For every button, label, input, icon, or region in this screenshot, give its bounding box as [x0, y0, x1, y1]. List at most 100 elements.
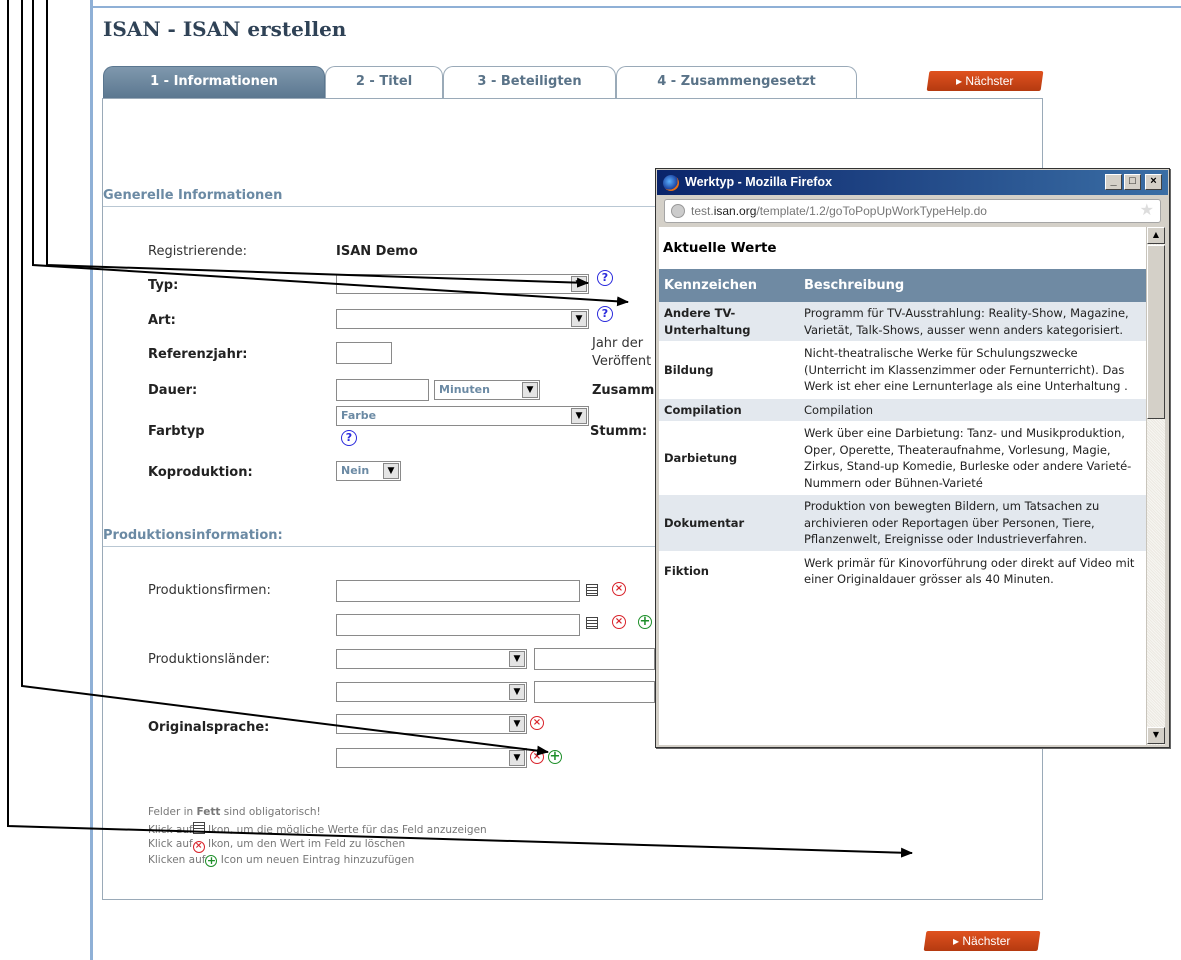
production-countries-label: Produktionsländer:: [148, 652, 270, 667]
scroll-down-icon[interactable]: ▼: [1147, 727, 1165, 744]
duration-label: Dauer:: [148, 383, 198, 398]
kind-label: Art:: [148, 313, 176, 328]
column-header-key: Kennzeichen: [659, 269, 799, 302]
ref-year-note-2: Veröffent: [592, 354, 652, 369]
table-row: Fiktion Werk primär für Kinovorführung od…: [659, 551, 1146, 592]
delete-icon[interactable]: ×: [612, 615, 626, 629]
tab-beteiligten[interactable]: 3 - Beteiligten: [443, 66, 616, 99]
close-button[interactable]: ×: [1145, 174, 1162, 190]
coproduction-label: Koproduktion:: [148, 465, 253, 480]
tab-informationen[interactable]: 1 - Informationen: [103, 66, 325, 99]
type-select[interactable]: ▼: [336, 274, 589, 294]
type-label: Typ:: [148, 278, 179, 293]
table-row: Dokumentar Produktion von bewegten Bilder…: [659, 494, 1146, 552]
globe-icon: [671, 204, 685, 218]
tab-zusammengesetzt[interactable]: 4 - Zusammengesetzt: [616, 66, 857, 99]
add-icon: +: [205, 854, 218, 867]
delete-icon: ×: [192, 841, 205, 853]
production-companies-label: Produktionsfirmen:: [148, 583, 271, 598]
row-desc: Programm für TV-Ausstrahlung: Reality-Sh…: [799, 302, 1146, 342]
delete-icon[interactable]: ×: [530, 716, 544, 730]
table-row: Andere TV-Unterhaltung Programm für TV-Au…: [659, 302, 1146, 342]
table-row: Darbietung Werk über eine Darbietung: Tan…: [659, 421, 1146, 495]
row-desc: Nicht-theatralische Werke für Schulungsz…: [799, 341, 1146, 399]
list-icon[interactable]: [586, 584, 598, 596]
worktype-help-window: Werktyp - Mozilla Firefox _ □ × test.isa…: [655, 168, 1170, 748]
page-frame-top: [90, 6, 1181, 8]
page-title: ISAN - ISAN erstellen: [103, 17, 347, 41]
section-title-general: Generelle Informationen: [103, 188, 283, 203]
duration-unit-select[interactable]: Minuten ▼: [434, 380, 540, 400]
delete-icon[interactable]: ×: [530, 750, 544, 764]
help-icon-type[interactable]: ?: [597, 270, 613, 286]
production-country-field-1[interactable]: [534, 648, 655, 670]
registrant-value: ISAN Demo: [336, 244, 418, 259]
row-key: Darbietung: [659, 421, 799, 495]
popup-scrollbar[interactable]: ▲ ▼: [1146, 227, 1165, 745]
maximize-button[interactable]: □: [1124, 174, 1141, 190]
next-button-bottom[interactable]: ▸ Nächster: [923, 931, 1041, 951]
firefox-icon: [663, 175, 679, 191]
worktype-table: Kennzeichen Beschreibung Andere TV-Unter…: [659, 269, 1146, 592]
production-company-input-1[interactable]: [336, 580, 580, 602]
row-key: Bildung: [659, 341, 799, 399]
row-desc: Compilation: [799, 398, 1146, 422]
chevron-down-icon: ▼: [509, 651, 525, 667]
chevron-down-icon: ▼: [509, 684, 525, 700]
original-language-label: Originalsprache:: [148, 720, 270, 735]
legend-required: Felder in Fett sind obligatorisch!: [148, 806, 321, 818]
help-icon-color[interactable]: ?: [341, 430, 357, 446]
row-desc: Werk primär für Kinovorführung oder dire…: [799, 551, 1146, 592]
original-language-select-1[interactable]: ▼: [336, 714, 527, 734]
ref-year-note-1: Jahr der: [592, 336, 644, 351]
tab-titel[interactable]: 2 - Titel: [325, 66, 443, 99]
row-desc: Werk über eine Darbietung: Tanz- und Mus…: [799, 421, 1146, 495]
production-company-input-2[interactable]: [336, 614, 580, 636]
legend-delete: Klick auf × Ikon, um den Wert im Feld zu …: [148, 838, 406, 853]
coproduction-select[interactable]: Nein ▼: [336, 461, 401, 481]
chevron-down-icon: ▼: [383, 463, 399, 479]
list-icon[interactable]: [586, 617, 598, 629]
chevron-down-icon: ▼: [509, 750, 525, 766]
production-country-select-1[interactable]: ▼: [336, 649, 527, 669]
legend-add: Klicken auf+ Icon um neuen Eintrag hinzu…: [148, 854, 415, 867]
chevron-down-icon: ▼: [571, 311, 587, 327]
duration-input[interactable]: [336, 379, 429, 401]
scroll-up-icon[interactable]: ▲: [1147, 227, 1165, 244]
help-icon-kind[interactable]: ?: [597, 306, 613, 322]
popup-content: Aktuelle Werte Kennzeichen Beschreibung …: [659, 227, 1146, 745]
url-path: /template/1.2/goToPopUpWorkTypeHelp.do: [756, 204, 987, 218]
window-titlebar[interactable]: Werktyp - Mozilla Firefox _ □ ×: [657, 170, 1168, 195]
list-icon: [192, 822, 205, 834]
bookmark-star-icon[interactable]: ★: [1140, 201, 1154, 221]
silent-label: Stumm:: [590, 424, 648, 439]
original-language-select-2[interactable]: ▼: [336, 748, 527, 768]
color-type-select[interactable]: Farbe ▼: [336, 406, 589, 426]
scrollbar-thumb[interactable]: [1147, 245, 1165, 419]
chevron-down-icon: ▼: [509, 716, 525, 732]
popup-heading: Aktuelle Werte: [663, 240, 777, 256]
add-icon[interactable]: +: [638, 615, 652, 629]
ref-year-input[interactable]: [336, 342, 392, 364]
table-row: Bildung Nicht-theatralische Werke für Sch…: [659, 341, 1146, 399]
section-title-production: Produktionsinformation:: [103, 528, 283, 543]
next-button-top[interactable]: ▸ Nächster: [926, 71, 1044, 91]
production-country-field-2[interactable]: [534, 681, 655, 703]
url-bar[interactable]: test.isan.org/template/1.2/goToPopUpWork…: [664, 199, 1161, 223]
delete-icon[interactable]: ×: [612, 582, 626, 596]
url-prefix: test.: [691, 204, 714, 218]
window-title: Werktyp - Mozilla Firefox: [685, 175, 833, 189]
row-key: Dokumentar: [659, 494, 799, 552]
kind-select[interactable]: ▼: [336, 309, 589, 329]
column-header-desc: Beschreibung: [799, 269, 1146, 302]
row-key: Andere TV-Unterhaltung: [659, 302, 799, 342]
row-key: Compilation: [659, 398, 799, 422]
chevron-down-icon: ▼: [522, 382, 538, 398]
row-desc: Produktion von bewegten Bildern, um Tats…: [799, 494, 1146, 552]
production-country-select-2[interactable]: ▼: [336, 682, 527, 702]
add-icon[interactable]: +: [548, 750, 562, 764]
minimize-button[interactable]: _: [1105, 174, 1122, 190]
legend-list: Klick auf Ikon, um die mögliche Werte fü…: [148, 822, 487, 836]
chevron-down-icon: ▼: [571, 408, 587, 424]
ref-year-label: Referenzjahr:: [148, 347, 248, 362]
